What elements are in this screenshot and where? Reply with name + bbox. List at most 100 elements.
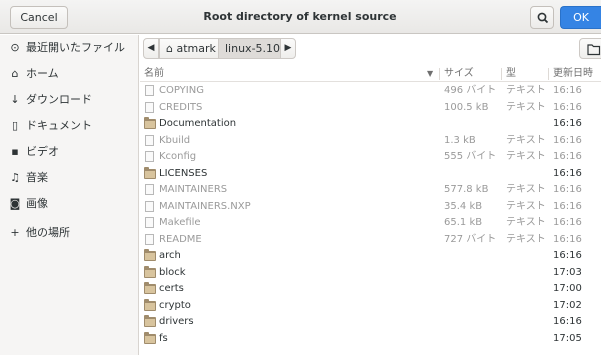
file-name: block [159,266,186,278]
file-name: MAINTAINERS [159,184,228,195]
clock-icon: ⊙ [10,41,20,54]
file-size: 727 バイト [444,233,497,245]
file-modified: 16:16 [553,250,582,261]
folder-icon [144,331,156,344]
folder-icon [144,298,156,311]
file-name: crypto [159,299,191,311]
sidebar-item-label: ビデオ [26,145,59,158]
new-folder-icon [587,44,601,56]
column-size[interactable]: サイズ [444,66,474,82]
column-type[interactable]: 型 [506,66,516,82]
file-row[interactable]: COPYING 496 バイト テキスト 16:16 [140,83,601,100]
sidebar-item[interactable]: ▪ ビデオ [0,139,138,165]
sort-descending-icon: ▼ [427,69,434,78]
ok-button[interactable]: OK [560,6,601,29]
file-size: 1.3 kB [444,134,476,146]
breadcrumb-current[interactable]: linux-5.10 [218,38,288,59]
sidebar-item-label: 最近開いたファイル [26,41,125,54]
file-name: Documentation [159,118,237,129]
path-back-button[interactable]: ◀ [143,38,159,59]
folder-icon [144,282,156,294]
video-icon: ▪ [11,145,19,158]
file-modified: 16:16 [553,167,582,179]
file-name: certs [159,283,184,294]
file-name: Kconfig [159,151,197,162]
file-row[interactable]: Makefile 65.1 kB テキスト 16:16 [140,215,601,232]
file-type: テキスト [506,134,546,146]
file-modified: 16:16 [553,101,582,113]
column-separator[interactable] [439,68,440,80]
new-folder-button[interactable] [579,38,601,59]
sidebar-item-label: ドキュメント [26,119,92,132]
sidebar-item[interactable]: ⌂ ホーム [0,61,138,87]
file-modified: 16:16 [553,200,582,212]
column-header: 名前 ▼ サイズ 型 更新日時 [140,66,601,82]
cancel-button[interactable]: Cancel [10,6,68,29]
sidebar-item[interactable]: ▯ ドキュメント [0,113,138,139]
camera-icon: ◙ [9,197,21,210]
file-row[interactable]: LICENSES 16:16 [140,166,601,183]
file-size: 555 バイト [444,151,497,162]
file-modified: 17:03 [553,266,582,278]
text-file-icon [145,217,154,228]
file-type: テキスト [506,85,546,96]
text-file-icon [145,151,154,162]
sidebar-item[interactable]: + 他の場所 [0,220,138,246]
folder-icon [144,166,156,179]
file-row[interactable]: Kconfig 555 バイト テキスト 16:16 [140,149,601,166]
sidebar-item-label: 他の場所 [26,226,70,239]
file-name: COPYING [159,85,204,96]
file-name: drivers [159,316,194,327]
column-modified[interactable]: 更新日時 [553,66,593,82]
dialog-title: Root directory of kernel source [203,10,397,23]
search-button[interactable] [530,6,554,29]
column-separator[interactable] [501,68,502,80]
download-icon: ↓ [10,93,20,106]
file-row[interactable]: crypto 17:02 [140,298,601,315]
text-file-icon [145,233,154,245]
text-file-icon [145,85,154,96]
column-separator[interactable] [548,68,549,80]
sidebar-item[interactable]: ◙ 画像 [0,191,138,217]
file-row[interactable]: Documentation 16:16 [140,116,601,133]
file-row[interactable]: fs 17:05 [140,331,601,348]
text-file-icon [145,184,154,195]
file-row[interactable]: Kbuild 1.3 kB テキスト 16:16 [140,133,601,150]
sidebar-item[interactable]: ⊙ 最近開いたファイル [0,35,138,61]
sidebar-item[interactable]: ↓ ダウンロード [0,87,138,113]
file-row[interactable]: MAINTAINERS.NXP 35.4 kB テキスト 16:16 [140,199,601,216]
file-row[interactable]: MAINTAINERS 577.8 kB テキスト 16:16 [140,182,601,199]
file-row[interactable]: drivers 16:16 [140,314,601,331]
file-modified: 17:05 [553,332,582,344]
file-modified: 16:16 [553,151,582,162]
dialog-header: Cancel Root directory of kernel source O… [0,0,601,34]
file-size: 100.5 kB [444,101,489,113]
search-icon [537,12,549,24]
file-modified: 16:16 [553,118,582,129]
places-sidebar: ⊙ 最近開いたファイル ⌂ ホーム ↓ ダウンロード ▯ ドキュメント ▪ ビデオ ♫ 音楽 ◙ 画像 + 他… [0,35,139,355]
file-row[interactable]: certs 17:00 [140,281,601,298]
file-row[interactable]: CREDITS 100.5 kB テキスト 16:16 [140,100,601,117]
text-file-icon [145,101,154,113]
column-name[interactable]: 名前 [144,66,164,82]
file-type: テキスト [506,233,546,245]
file-row[interactable]: block 17:03 [140,265,601,282]
breadcrumb-home[interactable]: ⌂ atmark [159,38,223,59]
path-forward-button[interactable]: ▶ [280,38,296,59]
file-type: テキスト [506,101,546,113]
file-type: テキスト [506,151,546,162]
file-modified: 16:16 [553,184,582,195]
file-name: fs [159,332,168,344]
text-file-icon [145,134,154,146]
plus-icon: + [10,226,20,239]
file-modified: 16:16 [553,134,582,146]
sidebar-item[interactable]: ♫ 音楽 [0,165,138,191]
folder-icon [144,117,156,129]
file-size: 496 バイト [444,85,497,96]
file-row[interactable]: README 727 バイト テキスト 16:16 [140,232,601,249]
file-modified: 16:16 [553,217,582,228]
file-modified: 16:16 [553,233,582,245]
file-name: Kbuild [159,134,191,146]
sidebar-item-label: ホーム [26,67,59,80]
file-row[interactable]: arch 16:16 [140,248,601,265]
